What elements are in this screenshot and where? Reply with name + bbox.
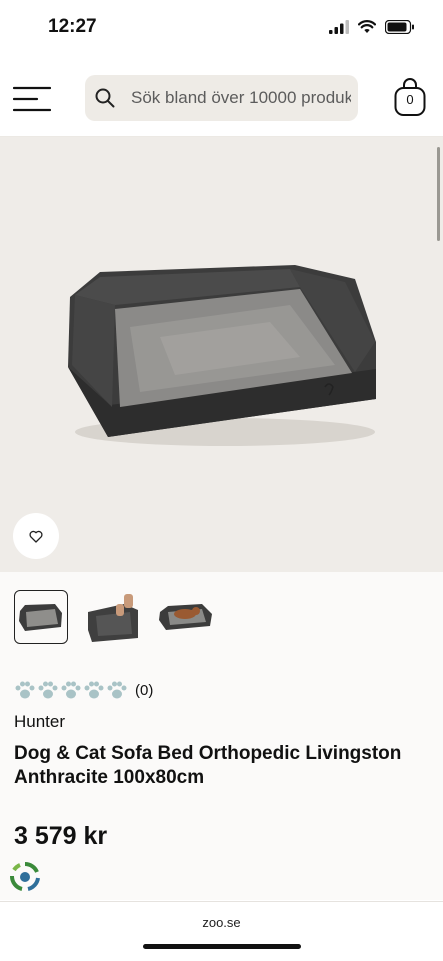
paw-icon: [38, 681, 58, 699]
thumbnail-image: [88, 594, 138, 642]
menu-icon[interactable]: [13, 86, 51, 112]
home-indicator[interactable]: [143, 944, 301, 949]
browser-bottom-bar: [0, 901, 443, 961]
page-scrollbar[interactable]: [437, 147, 440, 241]
search-input[interactable]: [131, 75, 351, 121]
thumbnail-image: [19, 604, 62, 631]
thumbnail-3[interactable]: [158, 590, 212, 644]
wifi-icon: [358, 20, 376, 33]
thumbnail-2[interactable]: [86, 590, 140, 644]
browser-url[interactable]: zoo.se: [0, 915, 443, 930]
product-price: 3 579 kr: [14, 822, 108, 850]
status-icons: [329, 20, 415, 34]
thumbnail-1[interactable]: [14, 590, 68, 644]
product-image-area[interactable]: [0, 137, 443, 572]
product-brand[interactable]: Hunter: [14, 712, 65, 732]
cart-count: 0: [406, 92, 414, 107]
paw-icon: [61, 681, 81, 699]
heart-icon: [29, 530, 43, 543]
paw-icon: [107, 681, 127, 699]
battery-icon: [385, 20, 414, 34]
cart-button[interactable]: 0: [393, 77, 427, 117]
product-title: Dog & Cat Sofa Bed Orthopedic Livingston…: [14, 743, 402, 788]
product-rating[interactable]: (0): [14, 680, 153, 700]
product-image: [68, 265, 376, 446]
signal-icon: [329, 20, 349, 34]
search-bar[interactable]: [85, 75, 358, 121]
paw-icon: [15, 681, 35, 699]
status-bar: 12:27: [0, 0, 443, 54]
thumbnail-image: [159, 604, 212, 630]
paw-icon: [84, 681, 104, 699]
recycle-icon: [10, 862, 40, 891]
rating-count: (0): [135, 681, 154, 699]
status-time: 12:27: [48, 16, 97, 37]
wishlist-button[interactable]: [13, 513, 59, 559]
search-icon[interactable]: [95, 88, 115, 108]
